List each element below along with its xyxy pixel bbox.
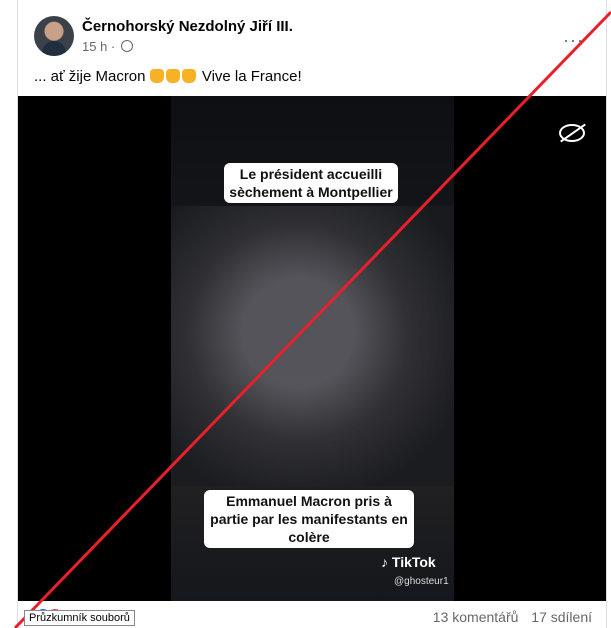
thumbs-up-icon xyxy=(181,69,196,83)
shares-count[interactable]: 17 sdílení xyxy=(531,609,592,625)
thumbs-up-icon xyxy=(165,69,180,83)
post-meta: 15 h · xyxy=(82,39,133,54)
video-scene xyxy=(171,206,454,486)
taskbar-tooltip: Průzkumník souborů xyxy=(24,610,135,626)
thumbs-up-icon xyxy=(149,69,164,83)
post-text-start: ... ať žije Macron xyxy=(34,68,146,85)
comments-count[interactable]: 13 komentářů xyxy=(433,609,519,625)
author-name[interactable]: Černohorský Nezdolný Jiří III. xyxy=(82,18,293,35)
post-text-end: Vive la France! xyxy=(201,68,302,85)
post-time[interactable]: 15 h · xyxy=(82,39,115,54)
tiktok-watermark: ♪ TikTok xyxy=(381,554,436,570)
globe-icon xyxy=(120,40,133,52)
author-avatar[interactable] xyxy=(34,16,74,56)
eye-slash-icon[interactable] xyxy=(559,124,585,142)
engagement-counts: 13 komentářů 17 sdílení xyxy=(433,609,592,625)
video-caption-top: Le président accueilli sèchement à Montp… xyxy=(224,163,398,203)
video-caption-bottom: Emmanuel Macron pris à partie par les ma… xyxy=(204,490,414,548)
tiktok-handle: @ghosteur1 xyxy=(394,576,449,587)
post-text: ... ať žije Macron Vive la France! xyxy=(34,68,302,85)
video-player[interactable]: Le président accueilli sèchement à Montp… xyxy=(18,96,606,601)
post-card: Černohorský Nezdolný Jiří III. 15 h · ··… xyxy=(17,0,607,628)
more-options-icon[interactable]: ··· xyxy=(563,30,584,51)
